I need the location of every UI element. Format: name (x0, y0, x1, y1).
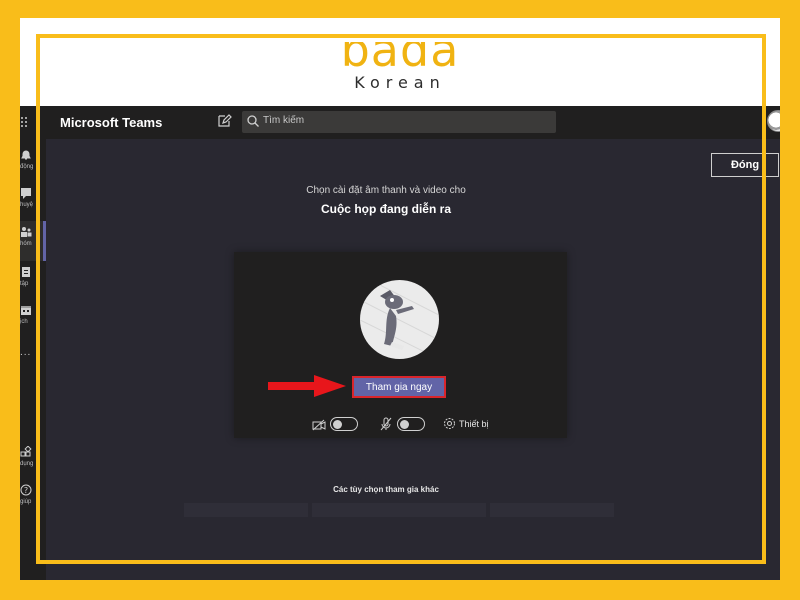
gear-icon[interactable] (443, 417, 456, 430)
search-icon (246, 114, 260, 128)
video-preview-panel: Tham gia ngay Thiết bị (234, 252, 567, 438)
mic-toggle[interactable] (397, 417, 425, 431)
red-arrow-icon (268, 375, 346, 397)
screenshot-stage: bada Korean Microsoft Teams Tìm kiếm độn… (20, 18, 780, 580)
rail-label: giúp (20, 499, 32, 505)
teams-window: Microsoft Teams Tìm kiếm động huyệ hóm t… (20, 106, 780, 580)
title-bar: Microsoft Teams Tìm kiếm (20, 106, 780, 139)
help-icon: ? (20, 483, 32, 496)
device-controls: Thiết bị (312, 414, 532, 434)
rail-label: hóm (20, 241, 32, 247)
bada-logo-subtitle: Korean (354, 73, 446, 92)
svg-text:?: ? (24, 486, 28, 495)
search-bar[interactable]: Tìm kiếm (242, 111, 556, 133)
join-option-add-room[interactable] (490, 503, 614, 517)
rail-item-apps[interactable]: dụng (20, 441, 46, 481)
frame-logo-gap (306, 30, 494, 42)
rail-label: tập (20, 281, 29, 287)
app-launcher-icon[interactable] (20, 115, 30, 129)
more-apps-icon[interactable]: ... (20, 347, 31, 358)
camera-toggle[interactable] (330, 417, 358, 431)
rail-label: ịch (20, 319, 28, 325)
rail-item-activity[interactable]: động (20, 144, 46, 184)
user-avatar (360, 280, 439, 359)
rail-item-assignments[interactable]: tập (20, 261, 46, 301)
teams-icon (20, 225, 32, 237)
camera-off-icon (312, 418, 326, 431)
apps-icon (20, 445, 32, 457)
device-settings-label[interactable]: Thiết bị (459, 419, 489, 429)
left-app-rail: động huyệ hóm tập ịch ... dụng ? giúp (20, 139, 46, 519)
calendar-icon (20, 303, 32, 315)
rail-item-teams[interactable]: hóm (20, 221, 46, 261)
meeting-title: Cuộc họp đang diễn ra (320, 202, 451, 216)
other-join-options-heading: Các tùy chọn tham gia khác (333, 485, 439, 494)
rail-label: dụng (20, 461, 34, 467)
join-option-audio-off[interactable] (184, 503, 308, 517)
prejoin-subheading: Chọn cài đặt âm thanh và video cho (306, 185, 466, 196)
app-title: Microsoft Teams (60, 115, 163, 130)
assignments-icon (20, 265, 32, 277)
chat-icon (20, 186, 32, 199)
compose-icon[interactable] (216, 113, 232, 129)
rail-item-help[interactable]: ? giúp (20, 479, 46, 519)
rail-label: động (20, 164, 34, 170)
search-placeholder: Tìm kiếm (263, 115, 305, 126)
close-button[interactable]: Đóng (711, 153, 779, 177)
mic-off-icon (380, 417, 392, 431)
rail-label: huyệ (20, 202, 34, 208)
profile-avatar[interactable] (767, 110, 780, 132)
bell-icon (20, 148, 32, 160)
rail-item-chat[interactable]: huyệ (20, 182, 46, 222)
join-option-phone-audio[interactable] (312, 503, 486, 517)
join-now-button[interactable]: Tham gia ngay (352, 376, 446, 398)
meeting-prejoin-screen: Đóng Chọn cài đặt âm thanh và video cho … (46, 139, 780, 580)
rail-item-calendar[interactable]: ịch (20, 299, 46, 339)
